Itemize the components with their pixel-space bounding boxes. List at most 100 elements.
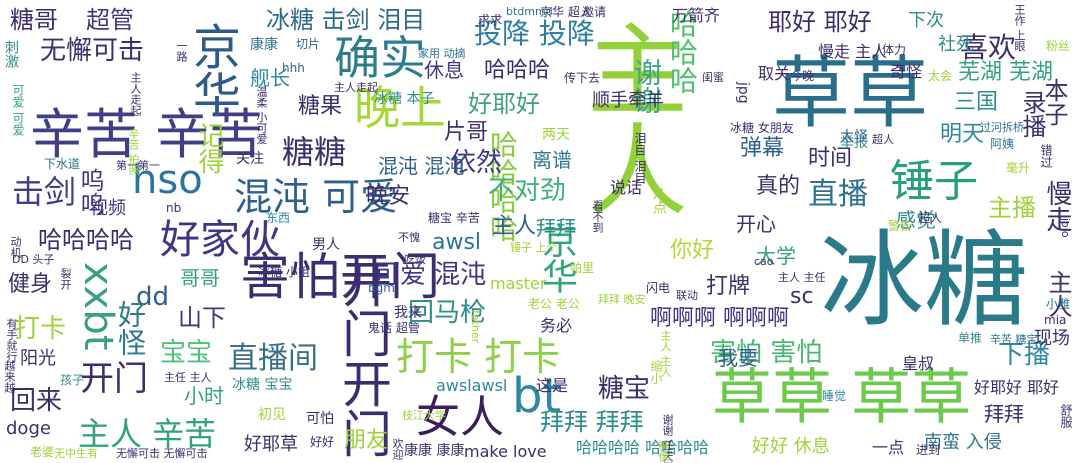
word: 糖糖 <box>282 133 347 171</box>
word: 不愧 <box>398 231 420 244</box>
word: 山下 <box>178 304 226 332</box>
word: 超人 <box>872 133 894 146</box>
word: 小时 <box>184 384 224 408</box>
word: 啊啊啊 啊啊啊 <box>650 306 789 331</box>
word: 休息 <box>424 58 464 82</box>
word: 两天 <box>542 127 570 143</box>
word: 邀请 <box>582 5 607 19</box>
word: 无中生有 <box>54 447 98 460</box>
word-cloud: 冰糖 主人 草草 草草 草草 开门开门 害怕开门 辛苦 辛苦 京华 京华 确实 … <box>0 0 1080 463</box>
word: 毫升 <box>1006 161 1031 175</box>
word: 好耶好 <box>468 90 540 118</box>
word: 警告 <box>888 219 913 233</box>
word: 联动 <box>676 289 698 302</box>
word: 好家伙 <box>160 217 280 263</box>
word: 顺手牵羊 <box>592 90 664 111</box>
word: 吃饭 <box>404 253 426 266</box>
word: 八点 <box>651 186 667 214</box>
word: 下次 <box>908 10 944 31</box>
word: 奇怪 <box>890 62 923 81</box>
word: 辛苦 糖宝 <box>990 333 1038 346</box>
word: 舒服 <box>1059 404 1073 428</box>
word: 我要 <box>718 346 758 370</box>
word: 主人走起 <box>334 81 378 94</box>
word: 冰糖 <box>820 219 1029 341</box>
word: 皇叔 <box>902 354 935 373</box>
word: 哈哈哈哈 哈哈哈哈 <box>576 438 710 457</box>
word: 主人 主任 <box>778 271 826 284</box>
word: 过河拆桥 <box>980 121 1024 134</box>
word: 无懈可击 <box>40 36 145 66</box>
word: 明天 <box>940 122 985 147</box>
word: 开心 <box>736 212 776 236</box>
word: 现场 <box>1034 328 1070 349</box>
word: 下水道 <box>44 157 81 171</box>
word: 进到 <box>916 443 941 457</box>
word: make love <box>464 442 547 461</box>
word: 宝宝 <box>160 338 213 368</box>
word: 辛苦 拍照 <box>127 128 140 176</box>
word: hhh <box>282 61 305 75</box>
word: 粉丝 <box>1046 39 1071 53</box>
word: 京华 <box>184 22 240 118</box>
word: 本子 <box>1040 78 1068 126</box>
word: 看不到 <box>591 200 604 233</box>
word: xxbt <box>75 262 121 351</box>
word: master <box>490 274 547 293</box>
word: 哈哈哈 <box>484 58 551 83</box>
word: 开门 <box>80 359 148 399</box>
word: 打牌 <box>706 274 751 299</box>
word: 三国 <box>954 90 999 115</box>
word: 好怪 <box>114 300 147 356</box>
word: jojo <box>1059 218 1072 238</box>
word: awsl <box>432 230 482 255</box>
word: 鬼话 超管 <box>368 321 420 335</box>
word: 小雅 <box>1046 297 1071 311</box>
word: 糖果 <box>298 94 343 119</box>
word: 闺蜜 <box>702 71 724 84</box>
word: 健身 <box>8 272 53 297</box>
word: 主播 <box>988 194 1036 222</box>
word: 好耶好 耶好 <box>974 378 1060 397</box>
word: 动机 <box>9 236 22 258</box>
word: 打卡 打卡 <box>396 335 561 379</box>
word: 男人 <box>312 237 340 253</box>
word: 老公 老公 <box>528 297 580 311</box>
word: 有手就行 <box>5 318 18 362</box>
word: 冰糖 宝宝 <box>232 377 293 393</box>
word: 孩子 <box>60 373 85 387</box>
word: 睡觉 <box>822 389 847 403</box>
word: 确实 <box>334 31 426 85</box>
word: 闪电 <box>646 281 671 295</box>
word: 晚安 <box>366 184 411 209</box>
word: 万箭齐 <box>672 6 721 25</box>
word: 家用 动摘 <box>418 47 466 60</box>
word: 冰糖 本子 <box>374 91 435 107</box>
word: 糖宝 <box>598 374 651 404</box>
word: 哥哥 <box>180 266 220 290</box>
word: 我来 <box>394 305 422 321</box>
word: 冰糖 小姐 <box>258 265 310 279</box>
word: 冰糖 女朋友 <box>730 121 794 135</box>
word: 离谱 <box>532 148 572 172</box>
word: 欢迎 <box>391 438 404 460</box>
word: jpg <box>735 82 751 104</box>
word: 东西 <box>266 211 291 225</box>
word: 关注 <box>236 151 264 167</box>
word: 视频 <box>90 198 126 219</box>
word: 阿姨 <box>990 137 1015 151</box>
word: 帕里 <box>570 261 595 275</box>
word: 温柔 小可爱 <box>255 86 268 145</box>
word: awslawsl <box>436 376 508 395</box>
word: 好好 <box>310 435 335 449</box>
word: 这是 <box>536 376 569 395</box>
word: 太怪 <box>840 129 868 145</box>
word: 拜拜 晚安 <box>598 293 646 306</box>
word: 哈哈哈哈 <box>38 226 134 254</box>
word: 糖哥 <box>10 6 58 34</box>
word: 神像 <box>657 440 670 462</box>
word: 你好 <box>670 238 715 263</box>
word: 社死 <box>938 34 974 55</box>
word: 不对劲 <box>488 176 567 206</box>
word: 混沌 混沌 <box>378 154 465 178</box>
